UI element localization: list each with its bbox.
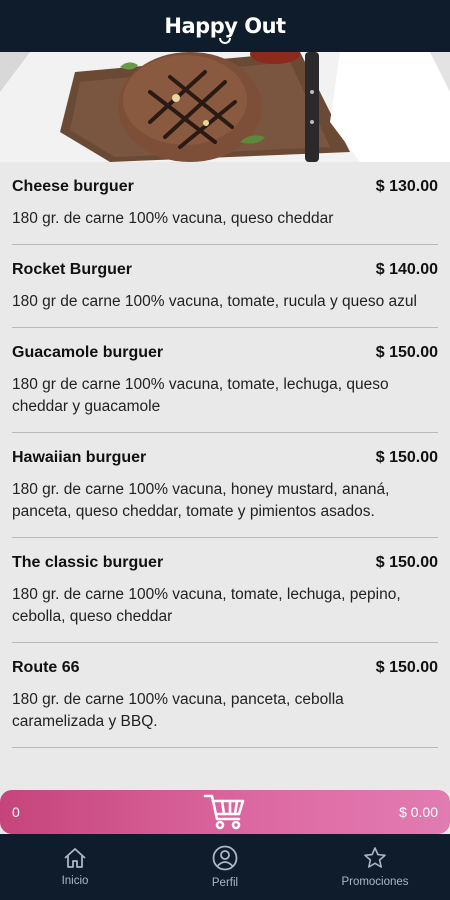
star-icon — [364, 847, 386, 868]
nav-label-promos: Promociones — [341, 876, 409, 888]
item-description: 180 gr de carne 100% vacuna, tomate, ruc… — [12, 293, 417, 310]
menu-item[interactable]: Guacamole burguer $ 150.00 180 gr de car… — [12, 328, 438, 433]
nav-label-home: Inicio — [61, 875, 89, 887]
logo-smile — [219, 38, 231, 44]
nav-item-home[interactable]: Inicio — [0, 834, 150, 900]
menu-list: Cheese burguer $ 130.00 180 gr. de carne… — [0, 162, 450, 790]
item-price: $ 150.00 — [375, 554, 438, 571]
app-header: Happy Out — [0, 0, 450, 52]
menu-item[interactable]: Rocket Burguer $ 140.00 180 gr de carne … — [12, 245, 438, 328]
item-price: $ 150.00 — [375, 449, 438, 466]
item-name: Hawaiian burguer — [12, 449, 147, 466]
item-name: Route 66 — [12, 659, 80, 676]
app-title: Happy Out — [164, 14, 286, 38]
item-name: Guacamole burguer — [12, 344, 164, 361]
item-description: 180 gr. de carne 100% vacuna, tomate, le… — [12, 586, 401, 625]
menu-item[interactable]: The classic burguer $ 150.00 180 gr. de … — [12, 538, 438, 643]
item-price: $ 150.00 — [375, 659, 438, 676]
item-description: 180 gr. de carne 100% vacuna, queso ched… — [12, 210, 334, 227]
item-name: Cheese burguer — [12, 178, 134, 195]
cart-bar[interactable]: 0 $ 0.00 — [0, 790, 450, 834]
item-price: $ 140.00 — [375, 261, 438, 278]
item-price: $ 130.00 — [375, 178, 438, 195]
item-price: $ 150.00 — [375, 344, 438, 361]
item-description: 180 gr. de carne 100% vacuna, honey must… — [12, 481, 390, 520]
burger-photo — [0, 52, 450, 162]
cart-icon[interactable] — [203, 793, 247, 836]
item-name: The classic burguer — [12, 554, 164, 571]
app-logo: Happy Out — [164, 14, 286, 44]
item-name: Rocket Burguer — [12, 261, 133, 278]
nav-item-promos[interactable]: Promociones — [300, 834, 450, 900]
hero-image — [0, 52, 450, 162]
cart-total: $ 0.00 — [399, 804, 438, 820]
cart-count: 0 — [12, 804, 20, 820]
item-description: 180 gr de carne 100% vacuna, tomate, lec… — [12, 376, 389, 415]
nav-item-profile[interactable]: Perfil — [150, 834, 300, 900]
nav-label-profile: Perfil — [211, 877, 239, 889]
bottom-nav: Inicio Perfil Promociones — [0, 834, 450, 900]
item-description: 180 gr. de carne 100% vacuna, panceta, c… — [12, 691, 344, 730]
user-icon — [212, 845, 238, 871]
menu-item[interactable]: Cheese burguer $ 130.00 180 gr. de carne… — [12, 162, 438, 245]
home-icon — [64, 848, 86, 868]
menu-item[interactable]: Route 66 $ 150.00 180 gr. de carne 100% … — [12, 643, 438, 748]
menu-item[interactable]: Hawaiian burguer $ 150.00 180 gr. de car… — [12, 433, 438, 538]
